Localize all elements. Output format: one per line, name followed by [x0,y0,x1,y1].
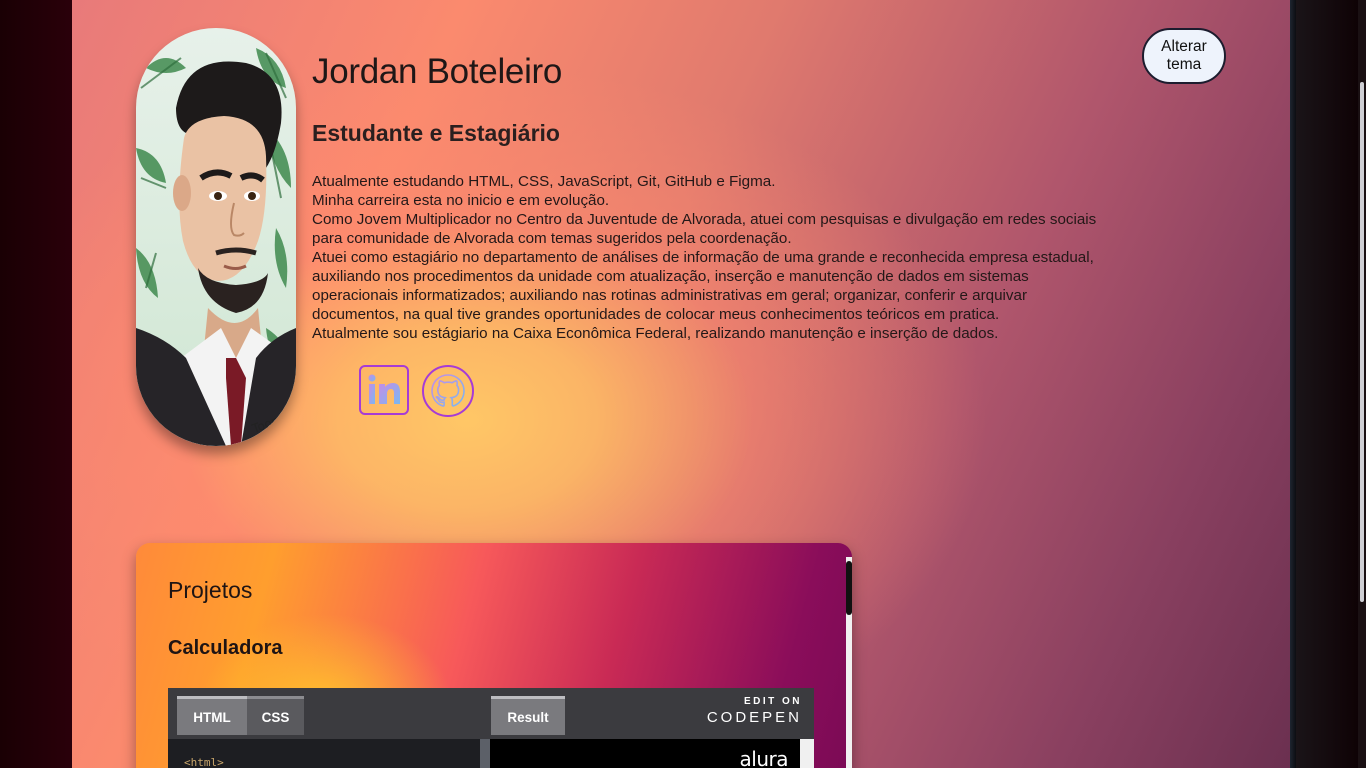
github-icon [431,374,465,407]
profile-avatar: Toon [136,28,296,446]
bio-line: Minha carreira esta no inicio e em evolu… [312,192,610,209]
bio-line: para comunidade de Alvorada com temas su… [312,230,792,247]
theme-button-label: Alterar tema [1161,38,1207,73]
edit-on-label: EDIT ON [743,696,802,707]
code-line: <html> [184,756,224,768]
result-brand-logo: alura [739,747,789,768]
avatar-illustration: Toon [136,48,296,446]
tab-css[interactable]: CSS [247,696,304,735]
bio-line: documentos, na qual tive grandes oportun… [312,306,1000,323]
projects-title: Projetos [168,577,253,603]
codepen-toolbar: HTML CSS Result EDIT ON CODEPEN [168,688,814,739]
window-scrollbar-thumb[interactable] [1360,82,1364,602]
profile-bio: Atualmente estudando HTML, CSS, JavaScri… [312,172,1142,343]
profile-name: Jordan Boteleiro [312,52,563,91]
bio-line: operacionais informatizados; auxiliando … [312,287,1028,304]
bio-line: auxiliando nos procedimentos da unidade … [312,268,1029,285]
toggle-theme-button[interactable]: Alterar tema [1142,28,1226,84]
code-editor[interactable]: <html> [168,739,480,768]
result-pane: alura [490,739,814,768]
pane-resize-handle[interactable] [480,739,490,768]
project-name: Calculadora [168,637,283,659]
codepen-embed[interactable]: HTML CSS Result EDIT ON CODEPEN <html> a… [168,688,814,768]
bio-line: Atualmente sou estágiario na Caixa Econô… [312,325,999,342]
bio-line: Como Jovem Multiplicador no Centro da Ju… [312,211,1097,228]
tab-result[interactable]: Result [491,696,565,735]
linkedin-link[interactable] [359,365,409,415]
page-edge [1290,0,1296,768]
window-scrollbar[interactable] [1358,0,1366,768]
linkedin-icon [368,374,400,404]
github-link[interactable] [422,365,474,417]
projects-scrollbar[interactable] [846,557,852,768]
projects-scrollbar-thumb[interactable] [846,561,852,615]
portfolio-page: Toon Jordan Boteleiro Estudante e Estagi… [72,0,1290,768]
tab-html[interactable]: HTML [177,696,247,735]
profile-role: Estudante e Estagiário [312,120,560,146]
edit-on-codepen-link[interactable]: EDIT ON CODEPEN [707,696,802,726]
projects-section: Projetos Calculadora HTML CSS Result EDI… [136,543,852,768]
bio-line: Atualmente estudando HTML, CSS, JavaScri… [312,173,776,190]
result-scrollbar[interactable] [800,739,814,768]
codepen-logo: CODEPEN [706,709,802,726]
bio-line: Atuei como estagiário no departamento de… [312,249,1094,266]
